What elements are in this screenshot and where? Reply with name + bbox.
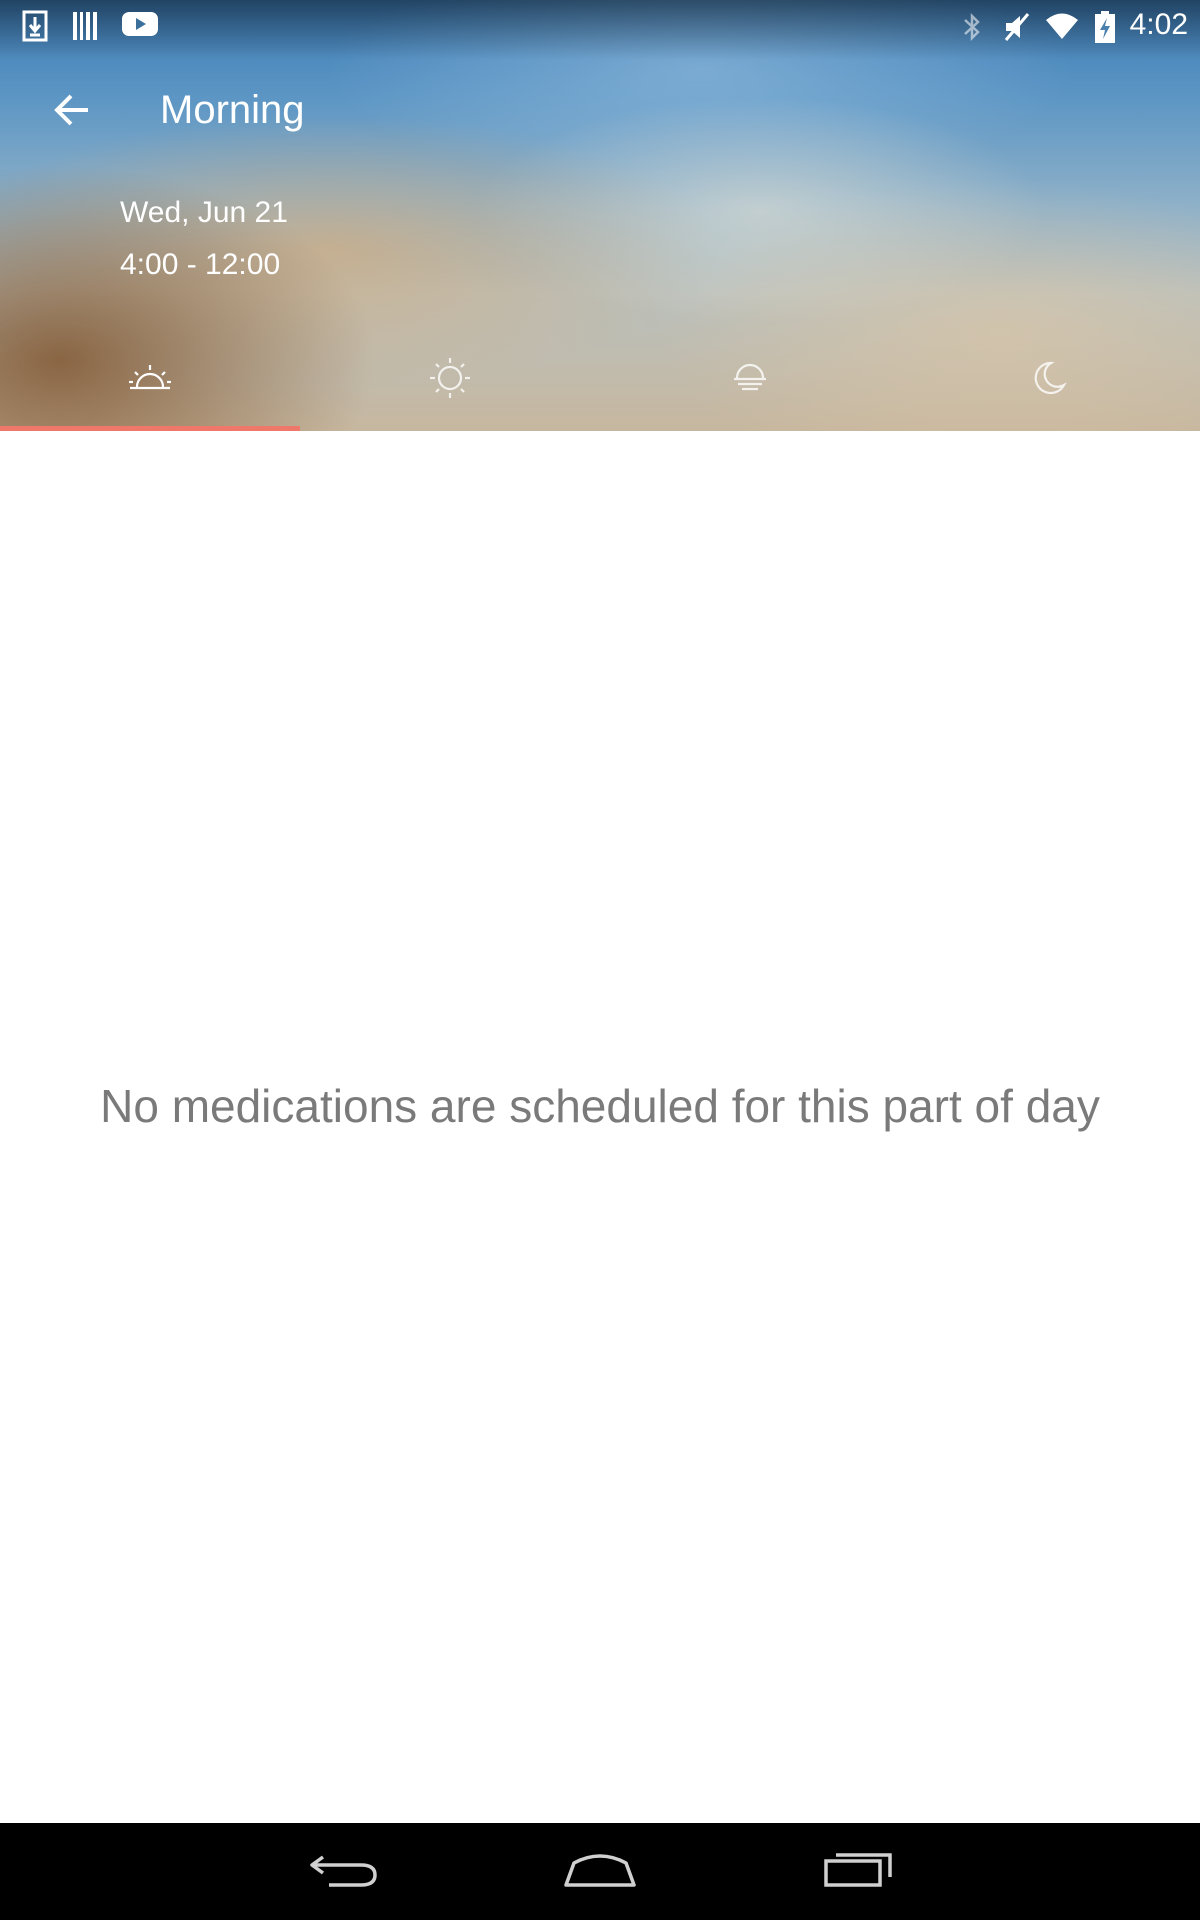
nav-recents-button[interactable] bbox=[803, 1841, 913, 1901]
system-nav-bar bbox=[0, 1823, 1200, 1920]
back-nav-icon bbox=[309, 1849, 379, 1893]
youtube-icon bbox=[122, 10, 158, 40]
sunrise-icon bbox=[128, 362, 172, 398]
content-area: No medications are scheduled for this pa… bbox=[0, 431, 1200, 1823]
status-bar: 4:02 bbox=[0, 0, 1200, 50]
day-part-tabs bbox=[0, 340, 1200, 431]
tab-afternoon[interactable] bbox=[300, 340, 600, 431]
tab-night[interactable] bbox=[900, 340, 1200, 431]
status-clock: 4:02 bbox=[1129, 8, 1188, 41]
empty-state-message: No medications are scheduled for this pa… bbox=[100, 1080, 1100, 1132]
back-button[interactable] bbox=[42, 82, 102, 142]
date-label: Wed, Jun 21 bbox=[120, 196, 288, 229]
nav-home-button[interactable] bbox=[545, 1841, 655, 1901]
arrow-left-icon bbox=[54, 94, 90, 130]
barcode-icon bbox=[72, 10, 100, 40]
battery-charging-icon bbox=[1094, 10, 1116, 43]
download-icon bbox=[22, 10, 50, 42]
wifi-icon bbox=[1044, 10, 1080, 40]
nav-back-button[interactable] bbox=[289, 1841, 399, 1901]
bluetooth-icon bbox=[960, 10, 988, 42]
moon-icon bbox=[1033, 360, 1067, 400]
tab-morning[interactable] bbox=[0, 340, 300, 431]
recents-nav-icon bbox=[822, 1849, 894, 1893]
tab-evening[interactable] bbox=[600, 340, 900, 431]
time-range-label: 4:00 - 12:00 bbox=[120, 248, 281, 281]
page-title: Morning bbox=[160, 88, 305, 132]
sun-icon bbox=[429, 357, 471, 403]
mute-icon bbox=[1002, 10, 1030, 41]
screen: 4:02 Morning Wed, Jun 21 4:00 - 12:00 No… bbox=[0, 0, 1200, 1920]
sunset-icon bbox=[732, 362, 768, 398]
home-nav-icon bbox=[562, 1849, 638, 1893]
header-banner: 4:02 Morning Wed, Jun 21 4:00 - 12:00 bbox=[0, 0, 1200, 431]
